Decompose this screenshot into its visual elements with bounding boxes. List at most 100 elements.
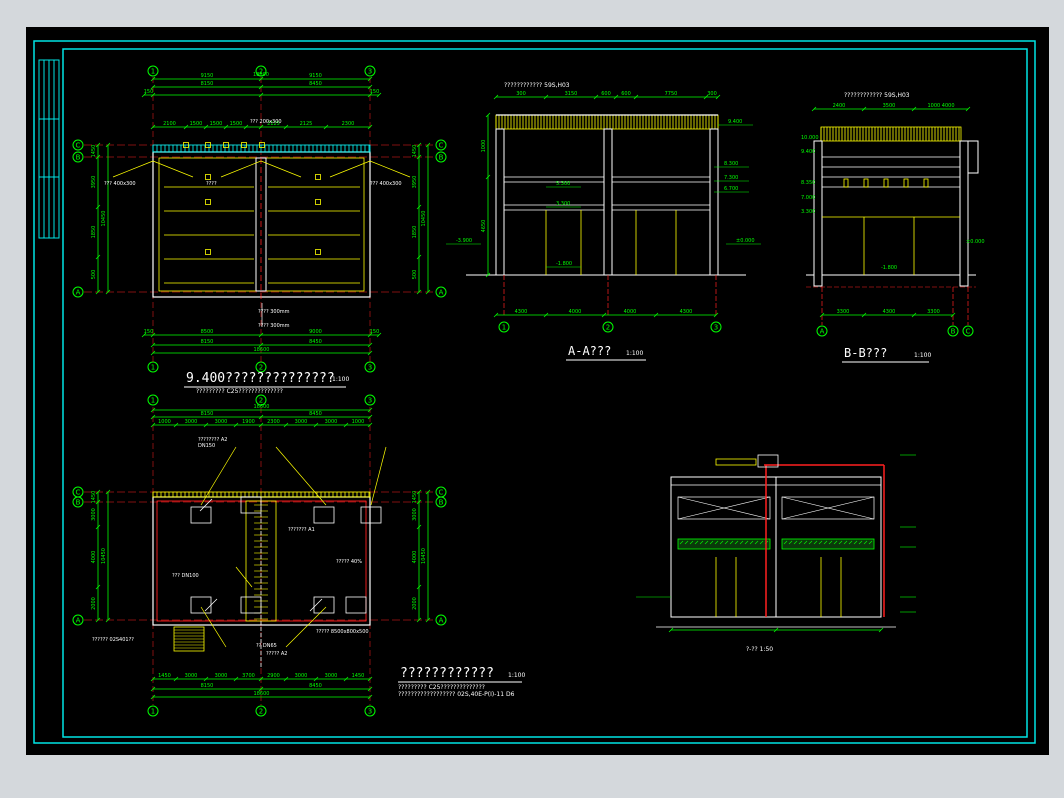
dim-label: 3000 — [295, 673, 308, 679]
dim-left-1: 1450 3000 4000 2000 — [91, 489, 101, 623]
dim-label: 8450 — [309, 81, 322, 87]
roof-hatch — [820, 126, 962, 142]
vent-box — [190, 506, 212, 524]
dim-label: 2100 — [163, 121, 176, 127]
dim-left-1: 1450 3950 1850 500 — [91, 142, 101, 295]
dim-label: 1500 — [190, 121, 203, 127]
dim-label: 8150 — [201, 81, 214, 87]
dim-label: 4000 — [569, 309, 582, 315]
dim-label: 4000 — [412, 551, 418, 564]
dim-right-1: 1450 3000 4000 2000 — [412, 489, 422, 623]
grid-bubble-left-B-label: B — [76, 154, 81, 162]
dim-label: 9150 — [201, 73, 214, 79]
small-block — [843, 178, 849, 188]
plan-bottom-view[interactable]: 112233C CB BA A186008150 84501000 3000 3000 190… — [72, 394, 447, 717]
dim-label: 8500 — [201, 329, 214, 335]
dim-top-bb: 2400 3500 1000 4000 — [811, 103, 971, 112]
dim-label: 9000 — [309, 329, 322, 335]
grid-bubble-aa-2-label: 2 — [606, 324, 610, 332]
small-block — [923, 178, 929, 188]
dim-label: 1500 — [230, 121, 243, 127]
dim-label: 4300 — [515, 309, 528, 315]
dim-left-aa: 1000 4650 — [481, 112, 491, 278]
level-label-bb-2: 8.350 — [801, 180, 815, 186]
dim-label: 3000 — [215, 673, 228, 679]
dim-bottom-2: 8150 8450 — [150, 683, 373, 692]
small-block — [883, 178, 889, 188]
dim-label: 3300 — [927, 309, 940, 315]
dim-label: 3300 — [837, 309, 850, 315]
plan-top-view[interactable]: 112233C CB BA A9150 91508150 845018600150 1502… — [72, 65, 447, 373]
dim-label: 1900 — [242, 419, 255, 425]
dim-label: 9150 — [309, 73, 322, 79]
grid-bubble-right-C-label: C — [439, 489, 444, 497]
wall-right — [709, 128, 719, 276]
level-label-5: 3.300 — [556, 201, 570, 207]
square-marker — [205, 199, 211, 205]
dim-label: 3700 — [242, 673, 255, 679]
dim-label: 300 — [516, 91, 526, 97]
dim-label: 4300 — [883, 309, 896, 315]
square-marker — [315, 249, 321, 255]
pipe-section-view[interactable] — [636, 454, 916, 633]
dim-top-3: 1000 3000 3000 1900 2300 3000 3000 1000 — [150, 419, 373, 428]
grid-bubble-left-B-label: B — [76, 499, 81, 507]
dim-label: 8450 — [309, 683, 322, 689]
grid-bubble-bottom-3-label: 3 — [368, 364, 372, 372]
grid-bubble-right-B-label: B — [439, 154, 444, 162]
plan-bottom-note-2: ??????? A1 — [288, 527, 315, 533]
cad-viewport[interactable]: 1 1 2 2 3 3 C C B B A A 9150 9150 8150 8450 18600 150 150 2… — [26, 27, 1049, 755]
gravel-left — [677, 538, 771, 550]
dim-bottom-2: 8150 8450 — [150, 339, 373, 348]
dim-label: 1000 4000 — [927, 103, 954, 109]
plan-top-scale: 1:100 — [332, 376, 349, 383]
section-a-a-top-note: ???????????? 59S,H03 — [504, 82, 570, 89]
square-marker — [315, 199, 321, 205]
grid-bubble-top-3-label: 3 — [368, 397, 372, 405]
vent-box — [345, 596, 367, 614]
vent-box — [313, 596, 335, 614]
dim-top-total: 18600 — [150, 404, 373, 413]
section-a-a-view[interactable]: 9.400 8.300 7.300 6.700 5.300 3.300 ±0.000 -1.8… — [446, 91, 761, 333]
dim-label: 8150 — [201, 339, 214, 345]
plan-bottom-note-6: ????? 8500x800x500 — [316, 629, 369, 635]
dim-label: 2900 — [267, 673, 280, 679]
plan-bottom-scale: 1:100 — [508, 672, 525, 679]
grid-bubble-left-C-label: C — [76, 489, 81, 497]
outer-frame — [33, 40, 1036, 744]
dim-label: 8150 — [201, 683, 214, 689]
dim-label: 10450 — [101, 211, 107, 227]
dim-label: 1500 — [210, 121, 223, 127]
plan-top-note-arrow: ???? 300mm — [258, 323, 290, 329]
dim-label: 3000 — [215, 419, 228, 425]
dim-label: 8450 — [309, 339, 322, 345]
plan-bottom-note-5: ????? A2 — [266, 651, 287, 657]
grid-bubble-top-3-label: 3 — [368, 68, 372, 76]
plan-top-note-2: ??? 400x300 — [370, 181, 402, 187]
wall-left — [495, 128, 505, 276]
plan-top-note-3: ???? 300mm — [258, 309, 290, 315]
dim-total-top: 18600 — [253, 72, 269, 78]
grid-bubble-aa-1-label: 1 — [502, 324, 506, 332]
dim-label: 3000 — [185, 419, 198, 425]
section-b-b-view[interactable]: 10.000 9.400 8.350 7.000 3.300 ±0.000 -1.800 33… — [801, 103, 985, 337]
plan-top-title: 9.400?????????????? — [186, 371, 335, 386]
dim-top-2: 8150 8450 — [150, 81, 373, 90]
dim-label: 2400 — [833, 103, 846, 109]
dim-label: 4300 — [680, 309, 693, 315]
leader-line — [285, 606, 327, 648]
dim-label: 2125 — [300, 121, 313, 127]
level-label-bb-5: ±0.000 — [966, 239, 985, 245]
level-label-bb-6: -1.800 — [881, 265, 897, 271]
dim-label: 1450 — [412, 491, 418, 504]
level-label-4: 5.300 — [556, 181, 570, 187]
cad-drawing-canvas[interactable]: 112233C CB BA A9150 91508150 845018600150 1502… — [26, 27, 1049, 755]
dim-chain-bb: 3300 4300 3300 — [819, 309, 956, 318]
dim-top-2: 8150 8450 — [150, 411, 373, 420]
small-block — [863, 178, 869, 188]
level-label-8: -3.900 — [456, 238, 472, 244]
dim-label: 3950 — [91, 176, 97, 189]
dim-top-3: 150 150 — [141, 89, 382, 98]
level-label-bb-4: 3.300 — [801, 209, 815, 215]
leader-line — [370, 446, 387, 506]
